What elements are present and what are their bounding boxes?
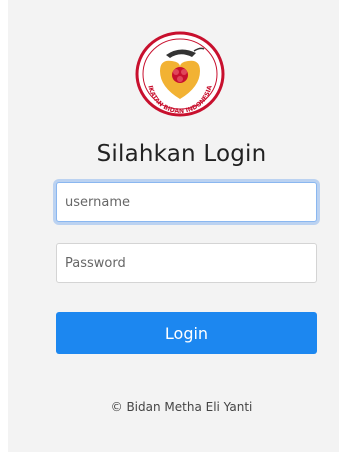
password-input[interactable] — [56, 243, 317, 283]
login-heading: Silahkan Login — [96, 141, 267, 167]
username-input[interactable] — [56, 182, 317, 222]
copyright-footer: © Bidan Metha Eli Yanti — [110, 400, 253, 414]
login-button[interactable]: Login — [56, 312, 317, 354]
login-card: IKATAN BIDAN INDONESIA Silahkan Login Lo… — [8, 0, 339, 452]
ikatan-bidan-indonesia-logo-icon: IKATAN BIDAN INDONESIA — [135, 31, 225, 117]
organization-logo: IKATAN BIDAN INDONESIA — [134, 31, 226, 117]
